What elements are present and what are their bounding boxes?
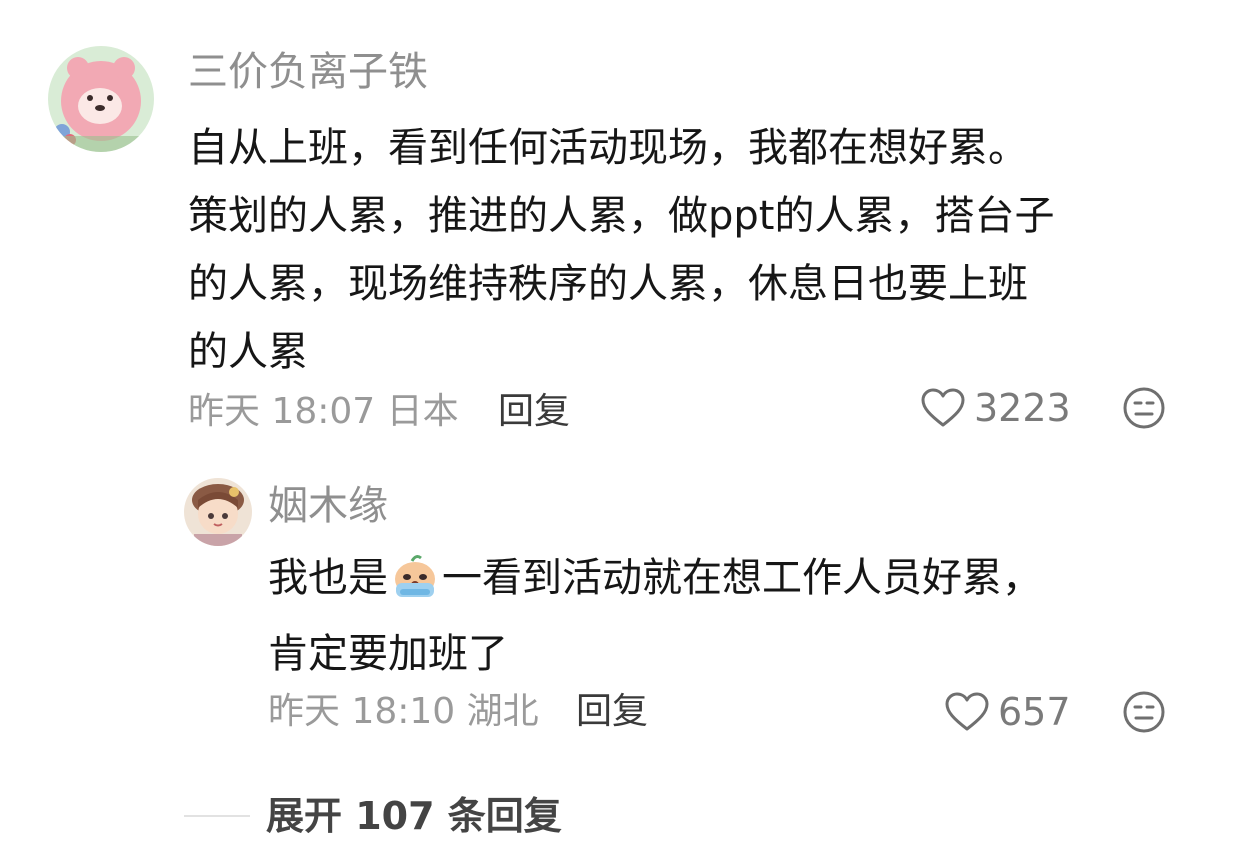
dislike-button[interactable] xyxy=(1122,386,1166,430)
username[interactable]: 三价负离子铁 xyxy=(188,46,428,98)
avatar[interactable] xyxy=(184,478,252,546)
dislike-face-icon xyxy=(1123,387,1165,429)
comment-text-line: 策划的人累，推进的人累，做ppt的人累，搭台子 xyxy=(188,193,1055,239)
dislike-face-icon xyxy=(1123,691,1165,733)
reply-button[interactable]: 回复 xyxy=(498,386,570,438)
timestamp: 昨天 18:07 xyxy=(188,391,376,432)
comment-text: 自从上班，看到任何活动现场，我都在想好累。 策划的人累，推进的人累，做ppt的人… xyxy=(188,114,1198,386)
reply-text-line: 肯定要加班了 xyxy=(268,631,508,677)
reply-button[interactable]: 回复 xyxy=(576,686,648,738)
comment-text-line: 的人累，现场维持秩序的人累，休息日也要上班 xyxy=(188,261,1028,307)
location: 日本 xyxy=(386,391,459,432)
pink-bear-avatar-icon xyxy=(48,46,154,152)
crying-face-emoji-icon xyxy=(390,552,440,620)
anime-girl-avatar-icon xyxy=(184,478,252,546)
reply-text-before-emoji: 我也是 xyxy=(268,555,388,601)
timestamp: 昨天 18:10 xyxy=(268,691,456,732)
expand-replies-button[interactable]: 展开 107 条回复 xyxy=(184,790,562,842)
reply-text-line: 我也是 一看到活动就在想工作人员好累， xyxy=(268,544,1198,620)
heart-outline-icon xyxy=(945,692,989,731)
expand-replies-label: 展开 107 条回复 xyxy=(266,794,562,838)
reply-text-after-emoji: 一看到活动就在想工作人员好累， xyxy=(442,555,1042,601)
comment-text-line: 的人累 xyxy=(188,329,308,375)
like-count: 3223 xyxy=(974,386,1071,430)
reply-text: 我也是 一看到活动就在想工作人员好累， 肯定要加班了 xyxy=(268,544,1198,688)
username[interactable]: 姻木缘 xyxy=(268,480,388,532)
avatar[interactable] xyxy=(48,46,154,152)
comment-text-line: 自从上班，看到任何活动现场，我都在想好累。 xyxy=(188,125,1028,171)
reply-meta: 昨天 18:10 湖北 xyxy=(268,686,539,738)
like-button[interactable]: 657 xyxy=(944,686,1071,738)
location: 湖北 xyxy=(466,691,539,732)
divider xyxy=(184,815,250,817)
dislike-button[interactable] xyxy=(1122,690,1166,734)
heart-outline-icon xyxy=(921,388,965,427)
comment-meta: 昨天 18:07 日本 xyxy=(188,386,459,438)
like-button[interactable]: 3223 xyxy=(920,382,1071,434)
like-count: 657 xyxy=(998,690,1071,734)
